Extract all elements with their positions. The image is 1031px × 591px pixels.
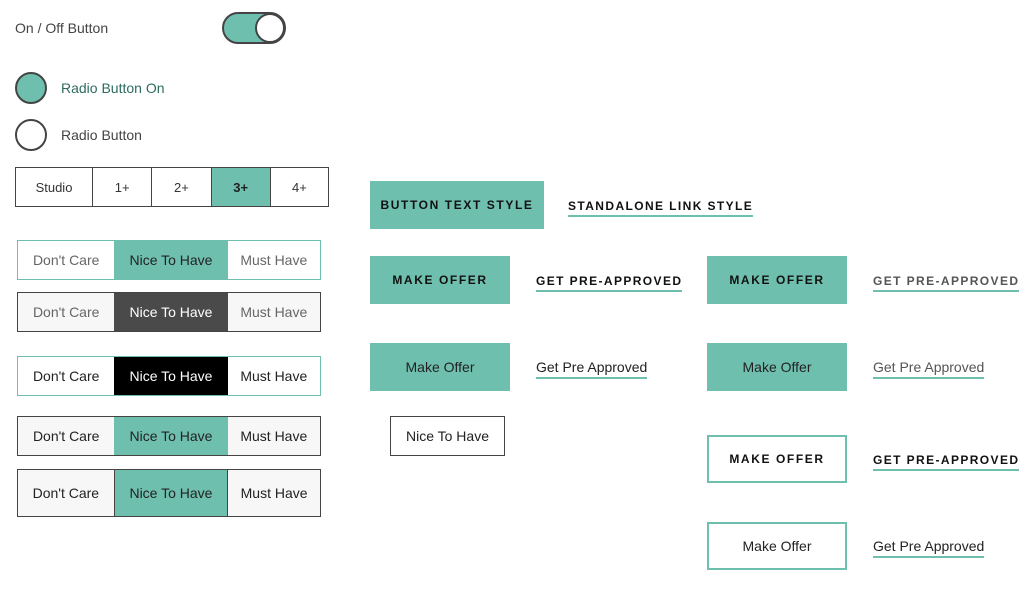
beds-option-2[interactable]: 2+ xyxy=(152,168,212,206)
option-dont-care[interactable]: Don't Care xyxy=(18,470,115,516)
option-must-have[interactable]: Must Have xyxy=(227,241,320,279)
get-pre-approved-link[interactable]: GET PRE-APPROVED xyxy=(873,453,1020,471)
toggle-label: On / Off Button xyxy=(15,20,109,36)
get-pre-approved-link[interactable]: Get Pre Approved xyxy=(873,538,985,558)
option-nice-to-have[interactable]: Nice To Have xyxy=(114,417,228,455)
make-offer-button[interactable]: Make Offer xyxy=(707,343,847,391)
get-pre-approved-link[interactable]: GET PRE-APPROVED xyxy=(536,274,683,292)
make-offer-button[interactable]: MAKE OFFER xyxy=(707,256,847,304)
radio-button-off[interactable] xyxy=(15,119,47,151)
make-offer-outline-button[interactable]: MAKE OFFER xyxy=(707,435,847,483)
preference-selector-4: Don't Care Nice To Have Must Have xyxy=(17,416,321,456)
option-must-have[interactable]: Must Have xyxy=(227,293,320,331)
standalone-link[interactable]: STANDALONE LINK STYLE xyxy=(568,199,754,217)
button-text-style-button[interactable]: BUTTON TEXT STYLE xyxy=(370,181,544,229)
make-offer-button[interactable]: Make Offer xyxy=(370,343,510,391)
nice-to-have-button[interactable]: Nice To Have xyxy=(390,416,505,456)
radio-on-label: Radio Button On xyxy=(61,80,165,96)
beds-option-studio[interactable]: Studio xyxy=(16,168,94,206)
toggle-knob xyxy=(255,13,285,43)
option-dont-care[interactable]: Don't Care xyxy=(18,241,115,279)
get-pre-approved-link[interactable]: GET PRE-APPROVED xyxy=(873,274,1020,292)
radio-button-on[interactable] xyxy=(15,72,47,104)
beds-selector: Studio 1+ 2+ 3+ 4+ xyxy=(15,167,329,207)
option-dont-care[interactable]: Don't Care xyxy=(18,417,115,455)
preference-selector-1: Don't Care Nice To Have Must Have xyxy=(17,240,321,280)
preference-selector-2: Don't Care Nice To Have Must Have xyxy=(17,292,321,332)
option-dont-care[interactable]: Don't Care xyxy=(18,357,115,395)
option-dont-care[interactable]: Don't Care xyxy=(18,293,115,331)
option-must-have[interactable]: Must Have xyxy=(227,357,320,395)
radio-off-label: Radio Button xyxy=(61,127,142,143)
option-nice-to-have[interactable]: Nice To Have xyxy=(114,357,228,395)
preference-selector-5: Don't Care Nice To Have Must Have xyxy=(17,469,321,517)
preference-selector-3: Don't Care Nice To Have Must Have xyxy=(17,356,321,396)
beds-option-3[interactable]: 3+ xyxy=(211,168,271,206)
option-nice-to-have[interactable]: Nice To Have xyxy=(114,293,228,331)
on-off-toggle[interactable] xyxy=(222,12,286,44)
option-must-have[interactable]: Must Have xyxy=(227,417,320,455)
option-must-have[interactable]: Must Have xyxy=(228,470,320,516)
make-offer-outline-button[interactable]: Make Offer xyxy=(707,522,847,570)
option-nice-to-have[interactable]: Nice To Have xyxy=(114,241,228,279)
get-pre-approved-link[interactable]: Get Pre Approved xyxy=(873,359,985,379)
option-nice-to-have[interactable]: Nice To Have xyxy=(114,470,229,516)
beds-option-4[interactable]: 4+ xyxy=(271,168,328,206)
make-offer-button[interactable]: MAKE OFFER xyxy=(370,256,510,304)
beds-option-1[interactable]: 1+ xyxy=(93,168,153,206)
get-pre-approved-link[interactable]: Get Pre Approved xyxy=(536,359,648,379)
